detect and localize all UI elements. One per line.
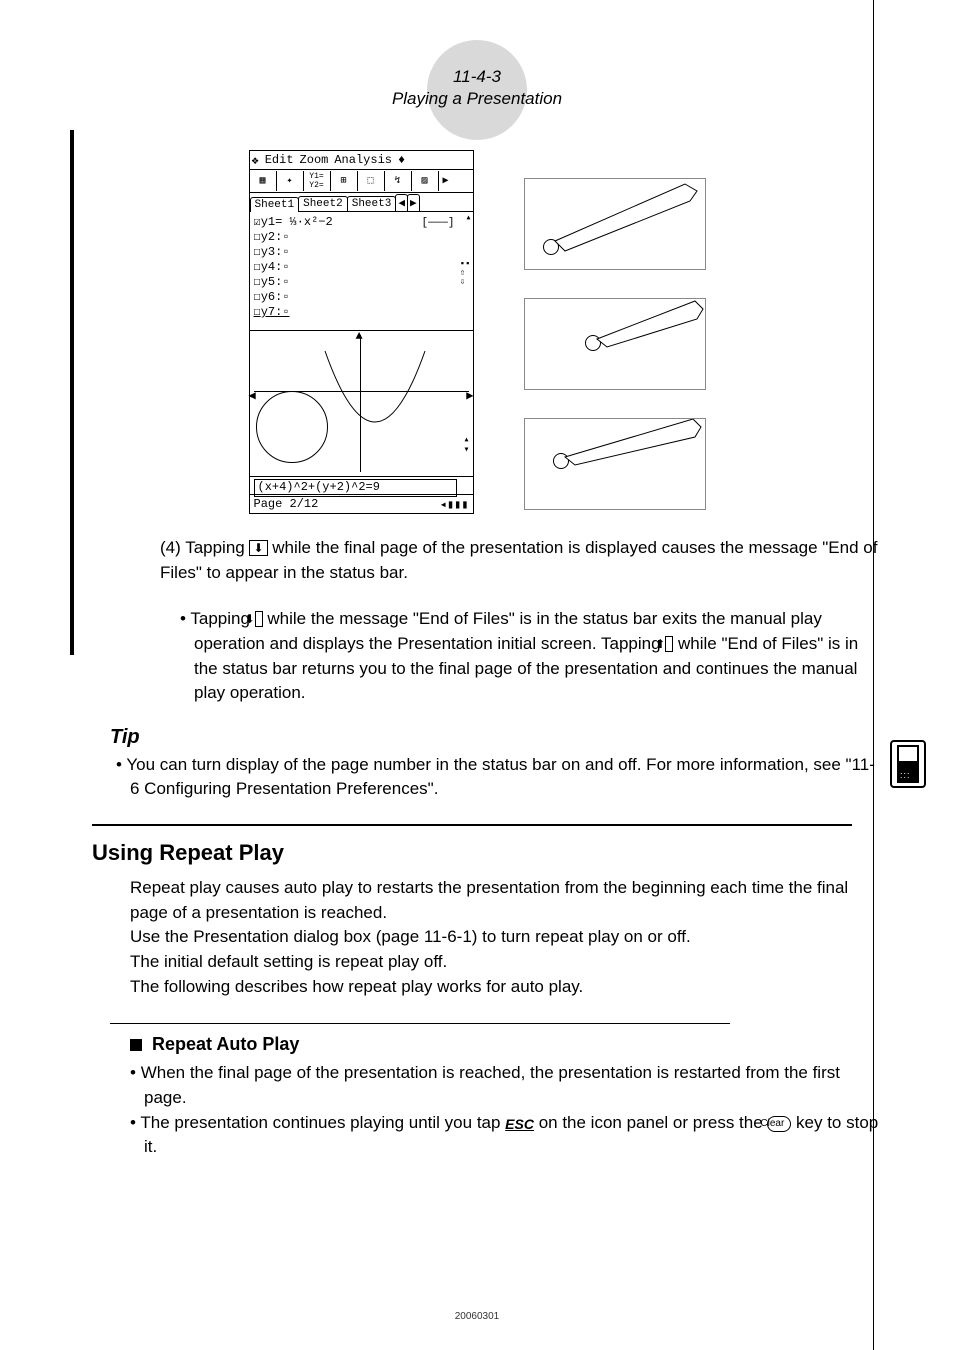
tab-sheet1: Sheet1 [250,197,300,212]
step-4-text: (4) Tapping ⬇ while the final page of th… [160,536,884,585]
tab-sheet3: Sheet3 [347,196,397,211]
menu-arrows-icon: ♦ [398,153,405,167]
repeat-auto-heading-text: Repeat Auto Play [152,1034,299,1054]
toolbar-more-arrow-icon: ▶ [439,171,453,191]
subsection-divider [110,1023,730,1024]
tool-icon-1: ▦ [250,171,277,191]
graph-area: ◀ ▶ ▲ ▴▾ [250,331,473,477]
eq-y5: ☐y5:▫ [254,275,469,290]
calc-toolbar: ▦ ✦ Y1=Y2= ⊞ ⬚ ↯ ▨ ▶ [250,170,473,193]
menu-clover-icon: ❖ [252,153,259,168]
auto-play-bullets: • When the final page of the presentatio… [130,1061,884,1160]
graph-parabola [320,343,430,443]
tool-icon-7: ▨ [412,171,439,191]
repeat-p2: Use the Presentation dialog box (page 11… [130,925,884,950]
page-right-rule [873,0,874,1350]
equation-list: ☑y1= ⅓·x²−2 [———] ☐y2:▫ ☐y3:▫ ☐y4:▫ ☐y5:… [250,212,473,331]
footer-code: 20060301 [0,1311,954,1322]
clear-key-icon: Clear [767,1116,791,1133]
eq-y1-style-icon: [———] [421,216,454,231]
figure-row: ❖ Edit Zoom Analysis ♦ ▦ ✦ Y1=Y2= ⊞ ⬚ ↯ … [70,150,884,514]
step4-rest: while the final page of the presentation… [160,538,877,582]
graph-circle [256,391,328,463]
margin-tab-icon: ::: [890,740,926,788]
tool-icon-6: ↯ [385,171,412,191]
header-page-ref: 11-4-3 [70,66,884,88]
pen-tap-scroll-arrow [524,298,706,390]
tip-heading: Tip [110,726,884,749]
pen-diagrams [524,150,706,514]
content-left-bar [70,130,74,655]
tab-sheet2: Sheet2 [298,196,348,211]
repeat-auto-play-heading: Repeat Auto Play [130,1034,884,1055]
resize-handle-icon: ▪▪⇧⇩ [460,260,471,287]
tool-icon-2: ✦ [277,171,304,191]
header-title: Playing a Presentation [70,88,884,110]
step4-lead: (4) Tapping [160,538,249,557]
eq-y2: ☐y2:▫ [254,230,469,245]
square-bullet-icon [130,1039,142,1051]
tab-nav-right-icon: ▶ [407,194,420,211]
calc-tabs: Sheet1 Sheet2 Sheet3 ◀ ▶ [250,193,473,212]
down-arrow-icon: ⬇ [249,540,267,556]
menu-zoom: Zoom [300,153,329,167]
battery-icon: ◂▮▮▮ [440,497,469,512]
tip-block: Tip • You can turn display of the page n… [110,726,884,802]
eq-y4: ☐y4:▫ [254,260,469,275]
tool-icon-3: Y1=Y2= [304,171,331,191]
eq-y3: ☐y3:▫ [254,245,469,260]
auto-b2a: The presentation continues playing until… [140,1113,505,1132]
down-arrow-icon: ⬇ [255,611,263,627]
graph-scroll-split-icon: ▴▾ [463,436,469,456]
page-header: 11-4-3 Playing a Presentation [70,30,884,120]
eq-y6: ☐y6:▫ [254,290,469,305]
repeat-p3: The initial default setting is repeat pl… [130,950,884,975]
scroll-up-icon: ▴ [465,214,471,224]
status-page: Page 2/12 [254,497,319,511]
step-4-bullet: • Tapping ⬇ while the message "End of Fi… [180,607,884,706]
auto-b1: When the final page of the presentation … [141,1063,840,1107]
calc-menubar: ❖ Edit Zoom Analysis ♦ [250,151,473,170]
using-repeat-play-heading: Using Repeat Play [92,840,884,866]
esc-icon: ESC [505,1116,534,1132]
menu-analysis: Analysis [334,153,392,167]
tool-icon-5: ⬚ [358,171,385,191]
eq-y7: ☐y7:▫ [254,305,469,320]
tip-text: You can turn display of the page number … [126,755,875,799]
repeat-p1: Repeat play causes auto play to restarts… [130,876,884,925]
repeat-play-body: Repeat play causes auto play to restarts… [130,876,884,999]
tool-icon-4: ⊞ [331,171,358,191]
calc-status-bar: Page 2/12 ◂▮▮▮ [250,494,473,513]
pen-tap-page-arrow [524,178,706,270]
calculator-screenshot: ❖ Edit Zoom Analysis ♦ ▦ ✦ Y1=Y2= ⊞ ⬚ ↯ … [249,150,474,514]
pen-tap-statusbar [524,418,706,510]
repeat-p4: The following describes how repeat play … [130,975,884,1000]
menu-edit: Edit [265,153,294,167]
section-divider [92,824,852,826]
auto-b2b: on the icon panel or press the [534,1113,767,1132]
